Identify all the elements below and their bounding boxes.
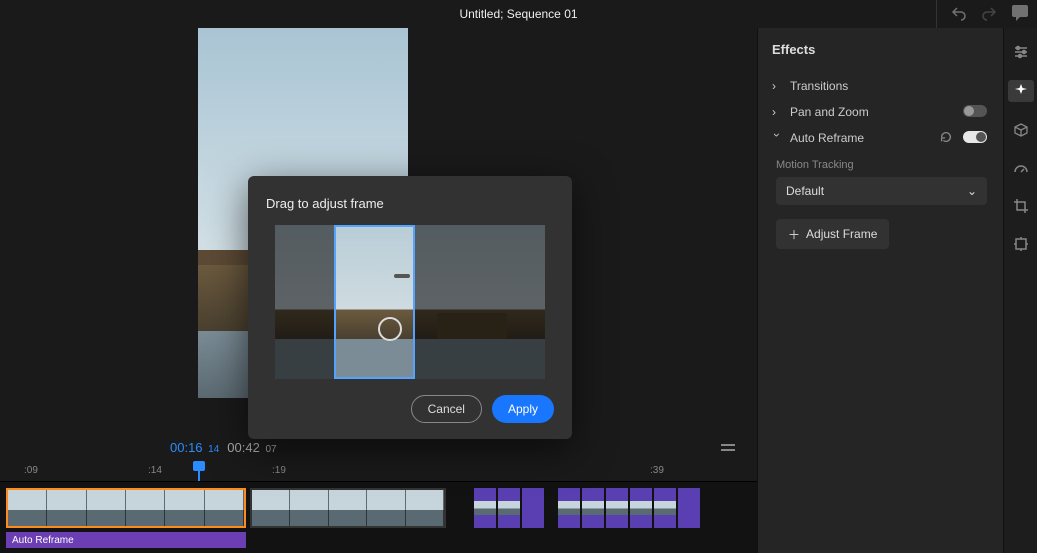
- accordion-auto-reframe[interactable]: › Auto Reframe: [772, 125, 987, 151]
- document-title: Untitled; Sequence 01: [459, 7, 577, 21]
- effects-panel: Effects › Transitions › Pan and Zoom › A…: [757, 28, 1003, 553]
- motion-tracking-select[interactable]: Default ⌄: [776, 177, 987, 205]
- cursor-indicator: [378, 317, 402, 341]
- adjust-frame-button[interactable]: ＋ Adjust Frame: [776, 219, 889, 249]
- timeline-options-icon[interactable]: [721, 444, 735, 451]
- time-ruler[interactable]: :09 :14 :19 :39 :44: [0, 463, 757, 481]
- clip-selected[interactable]: [6, 488, 246, 528]
- ruler-tick: :39: [650, 465, 664, 476]
- accordion-label: Auto Reframe: [790, 131, 864, 145]
- accordion-label: Pan and Zoom: [790, 105, 869, 119]
- frame-adjust-canvas[interactable]: [275, 225, 545, 379]
- accordion-label: Transitions: [790, 79, 848, 93]
- gauge-icon[interactable]: [1011, 158, 1031, 178]
- sparkle-icon[interactable]: [1008, 80, 1034, 102]
- sliders-icon[interactable]: [1011, 42, 1031, 62]
- adjust-frame-dialog: Drag to adjust frame Cancel Apply: [248, 176, 572, 439]
- auto-reframe-toggle[interactable]: [963, 131, 987, 143]
- chevron-right-icon: ›: [772, 79, 782, 93]
- duration-timecode: 00:42 07: [227, 440, 276, 455]
- chevron-down-icon: ⌄: [967, 184, 977, 198]
- effect-track-label[interactable]: Auto Reframe: [6, 532, 246, 548]
- clip-group[interactable]: [474, 488, 702, 528]
- timeline[interactable]: Auto Reframe: [0, 481, 757, 553]
- button-label: Adjust Frame: [806, 227, 877, 241]
- chat-icon[interactable]: [1011, 5, 1029, 24]
- cancel-button[interactable]: Cancel: [411, 395, 482, 423]
- dialog-title: Drag to adjust frame: [266, 196, 554, 211]
- motion-tracking-label: Motion Tracking: [776, 159, 987, 171]
- ruler-tick: :19: [272, 465, 286, 476]
- plus-icon: ＋: [788, 226, 800, 243]
- undo-icon[interactable]: [951, 5, 967, 24]
- select-value: Default: [786, 184, 824, 198]
- accordion-pan-zoom[interactable]: › Pan and Zoom: [772, 99, 987, 125]
- reset-icon[interactable]: [939, 130, 953, 147]
- clip[interactable]: [250, 488, 446, 528]
- cube-icon[interactable]: [1011, 120, 1031, 140]
- crop-icon[interactable]: [1011, 196, 1031, 216]
- chevron-right-icon: ›: [772, 105, 782, 119]
- transform-icon[interactable]: [1011, 234, 1031, 254]
- panel-title: Effects: [772, 42, 987, 57]
- chevron-down-icon: ›: [770, 133, 784, 143]
- redo-icon[interactable]: [981, 5, 997, 24]
- right-tool-strip: [1003, 28, 1037, 553]
- topbar-actions: [936, 0, 1029, 28]
- current-timecode[interactable]: 00:16 14: [170, 440, 219, 455]
- ruler-tick: :09: [24, 465, 38, 476]
- pan-zoom-toggle[interactable]: [963, 105, 987, 117]
- title-bar: Untitled; Sequence 01: [0, 0, 1037, 28]
- ruler-tick: :14: [148, 465, 162, 476]
- apply-button[interactable]: Apply: [492, 395, 554, 423]
- accordion-transitions[interactable]: › Transitions: [772, 73, 987, 99]
